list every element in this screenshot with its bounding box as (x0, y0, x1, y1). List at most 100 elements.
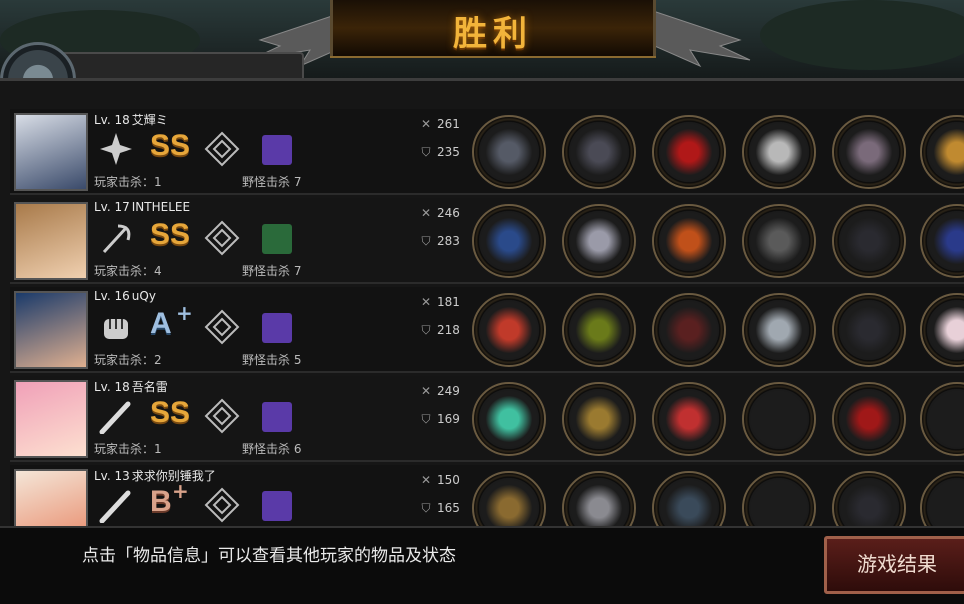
scythe-icon (102, 224, 131, 254)
item-slot[interactable] (652, 382, 726, 456)
knight-helmet-icon (576, 485, 622, 531)
red-heels-icon (846, 396, 892, 442)
item-slot[interactable] (562, 115, 636, 189)
rank-icon (204, 309, 240, 345)
shield-icon: ⛉ (421, 412, 431, 426)
item-slot[interactable] (472, 115, 546, 189)
crossed-swords-icon: ✕ (420, 117, 432, 131)
item-slot[interactable] (920, 293, 964, 367)
attack-stat: ✕ 150 (418, 473, 460, 487)
item-slot[interactable] (652, 204, 726, 278)
item-slot[interactable] (832, 293, 906, 367)
player-kills: 玩家击杀：2 (94, 353, 162, 367)
whip-icon (486, 485, 532, 531)
empty-slot (934, 396, 964, 442)
results-panel: Lv. 18 艾輝ミ SS 玩家击杀：1 野怪击杀 7 ✕ 261 ⛉ 235 Lv. 17 INT… (0, 78, 964, 551)
mech-helmet-icon (576, 218, 622, 264)
item-slot[interactable] (472, 204, 546, 278)
player-level: Lv. 17 (94, 200, 130, 214)
item-slot[interactable] (920, 204, 964, 278)
item-slot[interactable] (742, 293, 816, 367)
player-row[interactable]: Lv. 17 INTHELEE SS 玩家击杀：4 野怪击杀 7 ✕ 246 ⛉ 283 (10, 198, 964, 284)
skill-icon (262, 491, 292, 521)
item-slot[interactable] (562, 293, 636, 367)
player-kills: 玩家击杀：1 (94, 175, 162, 189)
item-slot[interactable] (920, 115, 964, 189)
monster-kills: 野怪击杀 7 (242, 175, 302, 189)
fist-icon (104, 319, 128, 339)
player-row[interactable]: Lv. 16 uQy A + 玩家击杀：2 野怪击杀 5 ✕ 181 ⛉ 218 (10, 287, 964, 373)
grade-badge: SS (150, 396, 191, 429)
rank-icon (204, 398, 240, 434)
item-slot[interactable] (832, 204, 906, 278)
item-slot[interactable] (652, 293, 726, 367)
player-level-name: Lv. 13 求求你别锤我了 (94, 467, 216, 484)
red-cape-icon (666, 129, 712, 175)
player-portrait[interactable] (14, 380, 88, 458)
galaxy-orb-icon (934, 218, 964, 264)
bottom-bar: 点击「物品信息」可以查看其他玩家的物品及状态 游戏结果 (0, 526, 964, 604)
boots-icon (846, 129, 892, 175)
dark-armor-icon (666, 307, 712, 353)
item-info-tip: 点击「物品信息」可以查看其他玩家的物品及状态 (82, 546, 456, 566)
grade-plus-icon: + (176, 301, 193, 325)
grade-badge: B (150, 485, 172, 518)
player-name: 吾名雷 (131, 380, 168, 394)
bat-icon (99, 401, 131, 434)
item-slot[interactable] (652, 115, 726, 189)
shield-icon: ⛉ (421, 145, 431, 159)
item-slot[interactable] (920, 382, 964, 456)
laptop-icon (756, 218, 802, 264)
boomerang-icon (486, 129, 532, 175)
player-level: Lv. 13 (94, 469, 130, 483)
item-slot[interactable] (562, 204, 636, 278)
player-level: Lv. 18 (94, 113, 130, 127)
crossed-swords-icon: ✕ (420, 384, 432, 398)
defense-stat: ⛉ 235 (418, 145, 459, 160)
item-slot[interactable] (832, 115, 906, 189)
player-name: INTHELEE (131, 200, 191, 214)
rank-icon (204, 131, 240, 167)
twin-blades-icon (486, 396, 532, 442)
attack-stat: ✕ 249 (418, 384, 460, 398)
defense-stat: ⛉ 165 (418, 501, 459, 516)
gauntlet-icon (846, 485, 892, 531)
empty-slot (756, 485, 802, 531)
bat-icon (99, 490, 131, 523)
defense-stat: ⛉ 218 (418, 323, 459, 338)
player-portrait[interactable] (14, 202, 88, 280)
crossed-swords-icon: ✕ (420, 295, 432, 309)
grade-badge: SS (150, 218, 191, 251)
skill-icon (262, 402, 292, 432)
player-name: uQy (131, 289, 156, 303)
drill-icon (756, 307, 802, 353)
item-slot[interactable] (742, 204, 816, 278)
rank-icon (204, 220, 240, 256)
plate-armor-icon (666, 485, 712, 531)
player-row[interactable]: Lv. 18 吾名雷 SS 玩家击杀：1 野怪击杀 6 ✕ 249 ⛉ 169 (10, 376, 964, 462)
grade-plus-icon: + (172, 479, 189, 503)
blue-spear-icon (486, 218, 532, 264)
item-slot[interactable] (472, 382, 546, 456)
item-slot[interactable] (742, 382, 816, 456)
item-slot[interactable] (472, 293, 546, 367)
attack-stat: ✕ 181 (418, 295, 460, 309)
player-kills: 玩家击杀：1 (94, 442, 162, 456)
item-slot[interactable] (742, 115, 816, 189)
player-portrait[interactable] (14, 291, 88, 369)
player-name: 艾輝ミ (131, 113, 168, 127)
game-result-button[interactable]: 游戏结果 (824, 536, 964, 594)
item-slot[interactable] (832, 382, 906, 456)
shield-icon: ⛉ (421, 501, 431, 515)
red-jacket-icon (666, 396, 712, 442)
laurel-wreath-icon (576, 307, 622, 353)
rank-icon (204, 487, 240, 523)
monster-kills: 野怪击杀 7 (242, 264, 302, 278)
item-slot[interactable] (562, 382, 636, 456)
shield-icon: ⛉ (421, 234, 431, 248)
player-row[interactable]: Lv. 18 艾輝ミ SS 玩家击杀：1 野怪击杀 7 ✕ 261 ⛉ 235 (10, 109, 964, 195)
player-portrait[interactable] (14, 113, 88, 191)
crossed-swords-icon: ✕ (420, 473, 432, 487)
fire-armor-icon (666, 218, 712, 264)
skill-icon (262, 135, 292, 165)
